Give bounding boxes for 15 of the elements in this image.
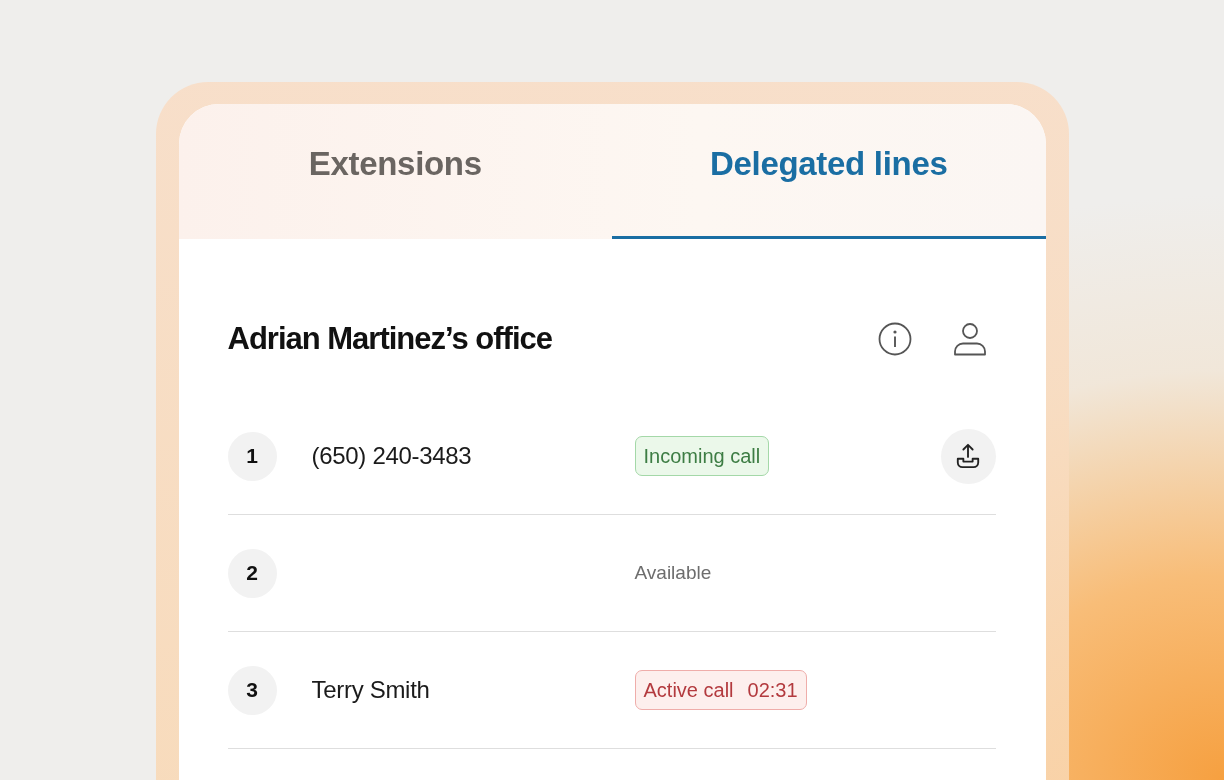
tab[interactable]: Extensions [178,104,612,239]
tab[interactable]: Delegated lines [612,104,1046,239]
status-text: Available [634,560,712,585]
line-number: 2 [227,548,277,598]
call-timer: 02:31 [747,678,798,703]
upload-icon [955,443,981,469]
status-badge: Incoming call [634,436,770,476]
line-number: 3 [227,665,277,715]
caller-text: (650) 240-3483 [311,442,472,469]
person-icon[interactable] [952,322,987,356]
info-icon[interactable] [877,322,912,356]
office-title: Adrian Martinez’s office [227,320,553,358]
caller-text: Terry Smith [311,676,430,703]
line-number: 1 [227,431,277,481]
status-label: Active call [643,678,734,703]
